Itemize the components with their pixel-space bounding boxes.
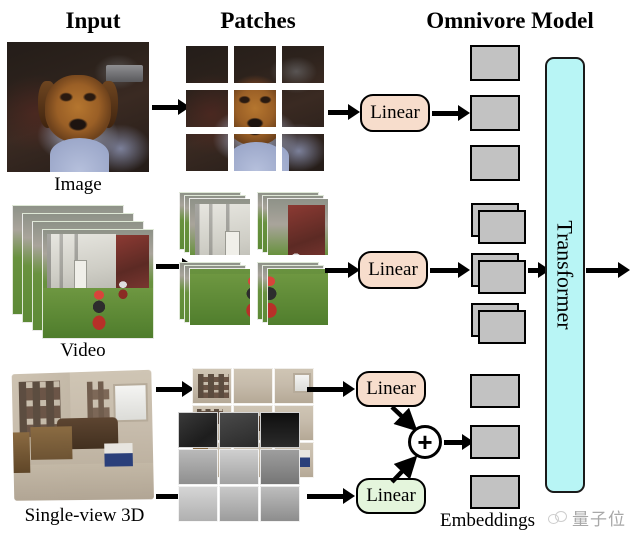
image-patch xyxy=(186,46,228,83)
arrow-rgb-patches-to-linear xyxy=(307,380,355,398)
embedding-token xyxy=(471,303,526,344)
sv3d-depth-patch xyxy=(260,486,300,522)
image-patch xyxy=(234,90,276,127)
sv3d-depth-patch xyxy=(219,449,259,485)
image-patch xyxy=(234,134,276,171)
sv3d-depth-patch xyxy=(178,449,218,485)
arrow-transformer-output xyxy=(586,261,630,279)
watermark: 量子位 xyxy=(547,505,626,530)
fusion-plus-icon: + xyxy=(408,425,442,459)
image-patch xyxy=(234,46,276,83)
column-header-omnivore-model: Omnivore Model xyxy=(426,8,594,33)
linear-label: Linear xyxy=(366,378,416,399)
image-patch xyxy=(282,46,324,83)
sv3d-depth-patch xyxy=(178,412,218,448)
column-header-patches: Patches xyxy=(220,8,296,33)
arrow-video-patches-to-linear xyxy=(325,261,360,279)
photo-dog-face xyxy=(45,74,111,143)
sv3d-depth-patch xyxy=(219,486,259,522)
plus-symbol: + xyxy=(417,427,433,457)
video-top-frame xyxy=(42,229,154,339)
image-patch xyxy=(186,90,228,127)
input-image-photo xyxy=(7,42,149,172)
image-patch xyxy=(282,90,324,127)
linear-projection-image[interactable]: Linear xyxy=(360,94,430,132)
watermark-text: 量子位 xyxy=(572,510,626,530)
sv3d-rgb-patch xyxy=(233,368,273,404)
row-label-image: Image xyxy=(54,174,102,195)
sv3d-depth-patch xyxy=(260,412,300,448)
arrow-linear-to-embeddings-video xyxy=(430,261,470,279)
figure-canvas: Input Patches Omnivore Model Image Linea… xyxy=(0,0,632,544)
photo-device-detail xyxy=(106,65,144,83)
arrow-image-to-patches xyxy=(152,98,190,116)
embedding-token xyxy=(471,203,526,244)
embedding-token xyxy=(471,253,526,294)
embedding-token xyxy=(470,374,520,408)
transformer-block[interactable]: Transformer xyxy=(545,57,585,493)
embedding-token xyxy=(470,95,520,131)
sv3d-rgb-patch xyxy=(192,368,232,404)
transformer-label: Transformer xyxy=(553,220,578,330)
qbitai-logo-icon xyxy=(547,509,567,527)
embedding-token xyxy=(470,145,520,181)
sv3d-depth-patch xyxy=(260,449,300,485)
embeddings-label: Embeddings xyxy=(440,510,535,531)
linear-label: Linear xyxy=(370,102,420,123)
photo-knee xyxy=(49,138,110,172)
arrow-linear-to-embeddings-image xyxy=(432,104,470,122)
arrow-image-patches-to-linear xyxy=(328,103,360,121)
sv3d-depth-patch xyxy=(178,486,218,522)
image-patch xyxy=(282,134,324,171)
column-header-input: Input xyxy=(65,8,121,33)
arrow-depth-patches-to-linear xyxy=(307,487,355,505)
embedding-token xyxy=(470,45,520,81)
embedding-token xyxy=(470,425,520,459)
linear-projection-video[interactable]: Linear xyxy=(358,251,428,289)
row-label-single-view-3d: Single-view 3D xyxy=(24,505,145,526)
linear-label: Linear xyxy=(368,259,418,280)
row-label-video: Video xyxy=(60,340,106,361)
embedding-token xyxy=(470,475,520,509)
image-patch xyxy=(186,134,228,171)
input-sv3d-photo xyxy=(11,369,155,501)
arrow-sv3d-to-rgb-patches xyxy=(156,380,194,398)
sv3d-depth-patch xyxy=(219,412,259,448)
